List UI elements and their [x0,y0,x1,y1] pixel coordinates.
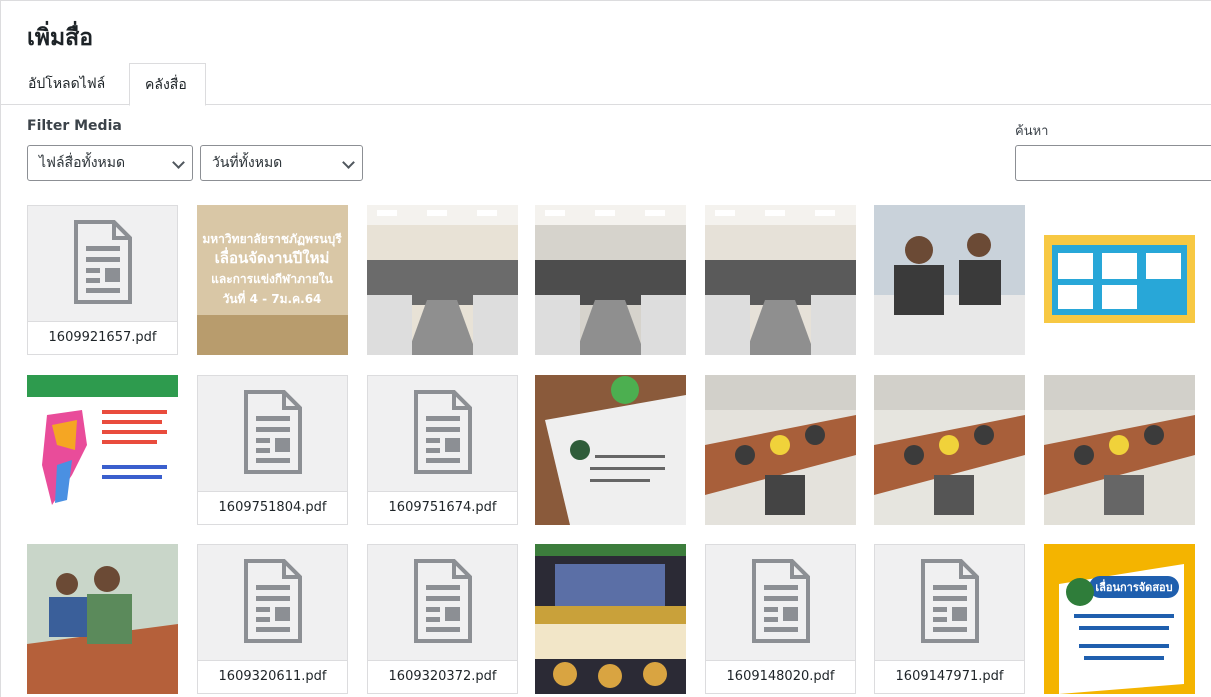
image-thumbnail [874,205,1025,355]
thumbnail-caption: มหาวิทยาลัยราชภัฏพรนบุรี [202,232,342,247]
media-item-image[interactable] [874,205,1025,355]
media-item-document[interactable]: 1609751674.pdf [367,375,518,525]
document-icon [414,559,472,643]
image-thumbnail [535,544,686,694]
media-item-document[interactable]: 1609320611.pdf [197,544,348,694]
media-item-image[interactable]: มหาวิทยาลัยราชภัฏพรนบุรี เลื่อนจัดงานปีให… [197,205,348,355]
media-item-image[interactable] [27,375,178,525]
image-thumbnail [535,375,686,525]
media-item-image[interactable] [535,375,686,525]
media-item-image[interactable] [27,544,178,694]
search-input[interactable] [1015,145,1211,181]
media-filename: 1609147971.pdf [875,660,1024,693]
media-filename: 1609148020.pdf [706,660,855,693]
media-item-image[interactable] [1044,205,1195,355]
media-filename: 1609751804.pdf [198,491,347,524]
image-thumbnail [705,205,856,355]
media-item-document[interactable]: 1609320372.pdf [367,544,518,694]
date-filter-select[interactable]: วันที่ทั้งหมด [200,145,363,181]
document-icon [414,390,472,474]
media-type-filter-select[interactable]: ไฟล์สื่อทั้งหมด [27,145,193,181]
media-item-image[interactable] [874,375,1025,525]
media-filename: 1609320372.pdf [368,660,517,693]
image-thumbnail [874,375,1025,525]
image-thumbnail [367,205,518,355]
media-item-image[interactable] [535,544,686,694]
filter-media-label: Filter Media [27,118,122,134]
media-item-image[interactable] [1044,375,1195,525]
tab-upload-files[interactable]: อัปโหลดไฟล์ [16,63,117,105]
modal-title: เพิ่มสื่อ [27,25,94,51]
media-item-document[interactable]: 1609147971.pdf [874,544,1025,694]
document-icon [244,559,302,643]
media-item-document[interactable]: 1609148020.pdf [705,544,856,694]
chevron-down-icon [172,156,185,169]
media-item-image[interactable] [705,205,856,355]
thumbnail-caption: เลื่อนจัดงานปีใหม่ [215,247,330,267]
media-item-image[interactable] [367,205,518,355]
document-icon [74,220,132,304]
media-item-image[interactable] [705,375,856,525]
image-thumbnail: มหาวิทยาลัยราชภัฏพรนบุรีเลื่อนจัดงานปีให… [197,205,348,355]
image-thumbnail [535,205,686,355]
tab-media-library[interactable]: คลังสื่อ [129,63,206,106]
media-type-filter-value: ไฟล์สื่อทั้งหมด [39,155,126,171]
thumbnail-caption: เลื่อนการจัดสอบ [1095,579,1172,594]
document-icon [752,559,810,643]
media-filename: 1609751674.pdf [368,491,517,524]
media-filename: 1609921657.pdf [28,321,177,354]
image-thumbnail: เลื่อนการจัดสอบ [1044,544,1195,694]
image-thumbnail [1044,205,1195,355]
media-item-image[interactable]: เลื่อนการจัดสอบ [1044,544,1195,694]
date-filter-value: วันที่ทั้งหมด [212,155,283,171]
chevron-down-icon [342,156,355,169]
thumbnail-caption: และการแข่งกีฬาภายใน [211,271,334,286]
media-filename: 1609320611.pdf [198,660,347,693]
image-thumbnail [27,375,178,525]
document-icon [244,390,302,474]
image-thumbnail [27,544,178,694]
media-item-document[interactable]: 1609751804.pdf [197,375,348,525]
document-icon [921,559,979,643]
image-thumbnail [705,375,856,525]
image-thumbnail [1044,375,1195,525]
media-tabs: อัปโหลดไฟล์ คลังสื่อ [0,63,1211,106]
media-item-image[interactable] [535,205,686,355]
search-label: ค้นหา [1015,124,1049,139]
thumbnail-caption: วันที่ 4 - 7ม.ค.64 [223,290,322,306]
media-item-document[interactable]: 1609921657.pdf [27,205,178,355]
